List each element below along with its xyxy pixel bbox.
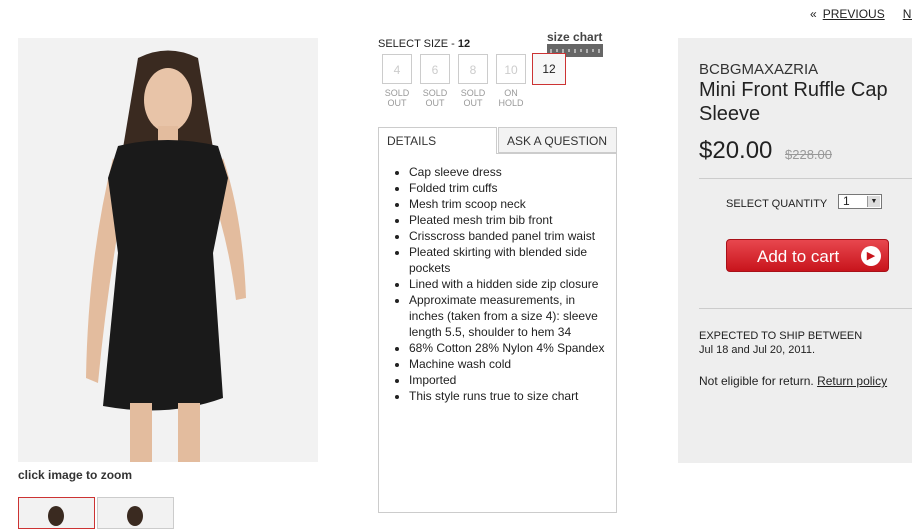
detail-item: Machine wash cold: [409, 356, 608, 372]
size-option-4[interactable]: 4: [382, 54, 412, 84]
thumbnail-1[interactable]: [18, 497, 95, 529]
detail-item: Pleated mesh trim bib front: [409, 212, 608, 228]
sale-price: $20.00: [699, 137, 773, 164]
return-policy-link[interactable]: Return policy: [817, 374, 887, 388]
ship-dates: Jul 18 and Jul 20, 2011.: [699, 344, 815, 356]
quantity-label: SELECT QUANTITY: [726, 198, 828, 210]
arrow-right-icon: ▶: [861, 246, 881, 266]
original-price: $228.00: [785, 147, 832, 162]
size-status: SOLD OUT: [460, 88, 486, 108]
thumbnail-2[interactable]: [97, 497, 174, 529]
previous-arrow-icon: «: [810, 7, 817, 21]
detail-item: Mesh trim scoop neck: [409, 196, 608, 212]
brand-name: BCBGMAXAZRIA: [699, 61, 819, 78]
size-status: ON HOLD: [498, 88, 524, 108]
detail-item: Lined with a hidden side zip closure: [409, 276, 608, 292]
size-chart-link[interactable]: size chart: [547, 30, 602, 44]
tab-ask-a-question[interactable]: ASK A QUESTION: [498, 127, 617, 153]
detail-item: Pleated skirting with blended side pocke…: [409, 244, 608, 276]
thumbnail-image: [19, 498, 94, 528]
quantity-value: 1: [843, 194, 850, 208]
details-list: Cap sleeve dress Folded trim cuffs Mesh …: [379, 154, 616, 404]
detail-item: Crisscross banded panel trim waist: [409, 228, 608, 244]
product-title: Mini Front Ruffle Cap Sleeve: [699, 79, 888, 125]
size-option-6[interactable]: 6: [420, 54, 450, 84]
zoom-hint: click image to zoom: [18, 468, 133, 482]
select-size-label: SELECT SIZE - 12: [378, 38, 471, 50]
divider: [699, 178, 912, 179]
selected-size-value: 12: [457, 38, 471, 50]
add-to-cart-button[interactable]: Add to cart ▶: [726, 239, 889, 272]
divider: [699, 308, 912, 309]
thumbnail-image: [98, 498, 173, 528]
size-option-8[interactable]: 8: [458, 54, 488, 84]
return-info: Not eligible for return. Return policy: [699, 374, 888, 388]
detail-item: 68% Cotton 28% Nylon 4% Spandex: [409, 340, 608, 356]
details-panel: Cap sleeve dress Folded trim cuffs Mesh …: [378, 153, 617, 513]
detail-item: Approximate measurements, in inches (tak…: [409, 292, 608, 340]
ruler-icon[interactable]: [547, 44, 603, 57]
product-main-image[interactable]: [18, 38, 318, 462]
size-option-12[interactable]: 12: [532, 53, 566, 85]
product-pager: « PREVIOUS NEXT: [810, 7, 912, 21]
dropdown-arrow-icon: ▼: [867, 196, 880, 207]
size-option-10[interactable]: 10: [496, 54, 526, 84]
size-status: SOLD OUT: [384, 88, 410, 108]
add-to-cart-label: Add to cart: [757, 247, 840, 266]
detail-item: Imported: [409, 372, 608, 388]
detail-item: This style runs true to size chart: [409, 388, 608, 404]
next-link[interactable]: NEXT: [903, 7, 912, 21]
model-photo: [18, 38, 318, 462]
detail-item: Folded trim cuffs: [409, 180, 608, 196]
quantity-select[interactable]: 1 ▼: [838, 194, 882, 209]
previous-link[interactable]: PREVIOUS: [823, 7, 885, 21]
size-status: SOLD OUT: [422, 88, 448, 108]
ship-label: EXPECTED TO SHIP BETWEEN: [699, 330, 863, 342]
detail-item: Cap sleeve dress: [409, 164, 608, 180]
tab-details[interactable]: DETAILS: [378, 127, 497, 154]
